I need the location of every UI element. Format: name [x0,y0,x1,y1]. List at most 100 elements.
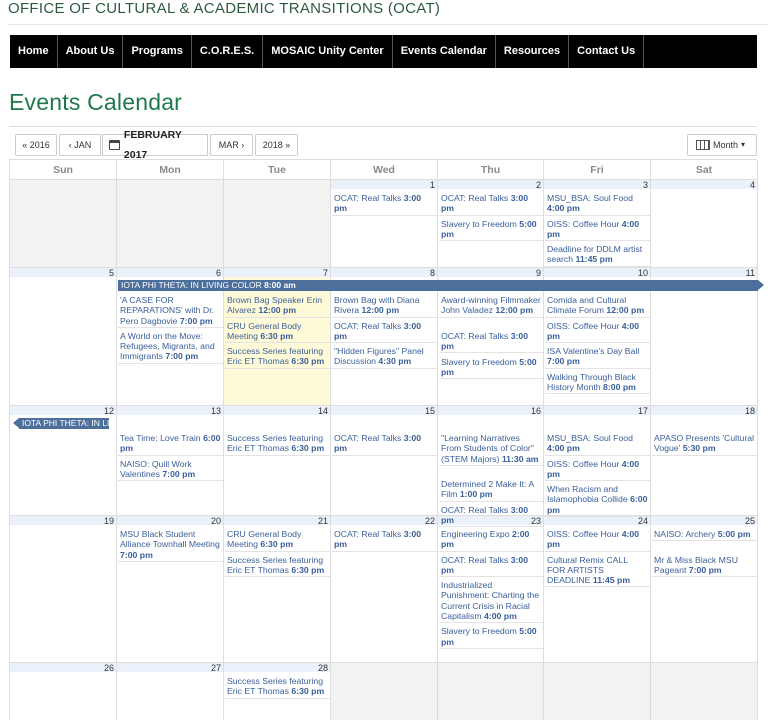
calendar-event[interactable]: OISS: Coffee Hour 4:00 pm [545,458,650,482]
calendar-event[interactable]: Deadline for DDLM artist search 11:45 pm [545,243,650,267]
calendar-day-14[interactable]: 14 [224,406,331,516]
calendar-event[interactable]: Slavery to Freedom 5:00 pm [439,218,543,242]
calendar-day-18[interactable]: 18 [651,406,758,516]
calendar-day-15[interactable]: 15 [331,406,438,516]
calendar-event[interactable]: CRU General Body Meeting 6:30 pm [225,528,330,552]
calendar-event[interactable]: Cultural Remix CALL FOR ARTISTS DEADLINE… [545,554,650,588]
calendar-event[interactable]: Tea Time: Love Train 6:00 pm [118,432,223,456]
day-number[interactable]: 21 [318,516,328,526]
day-number[interactable]: 15 [425,406,435,416]
day-number[interactable]: 28 [318,663,328,673]
calendar-event[interactable]: CRU General Body Meeting 6:30 pm [225,320,330,344]
calendar-event[interactable]: A World on the Move: Refugees, Migrants,… [118,330,223,364]
calendar-event[interactable]: NAISO: Quill Work Valentines 7:00 pm [118,458,223,482]
day-number[interactable]: 13 [211,406,221,416]
calendar-event[interactable]: OCAT: Real Talks 3:00 pm [332,320,437,344]
current-month-label[interactable]: FEBRUARY 2017 [102,129,208,161]
calendar-day-19[interactable]: 19 [10,516,117,663]
calendar-event[interactable]: Brown Bag with Diana Rivera 12:00 pm [332,294,437,318]
continues-right-arrow-icon [758,280,764,290]
calendar-event[interactable]: OCAT: Real Talks 3:00 pm [332,528,437,552]
nav-item-resources[interactable]: Resources [496,35,570,68]
day-number[interactable]: 18 [745,406,755,416]
calendar-event[interactable]: OISS: Coffee Hour 4:00 pm [545,218,650,242]
nav-item-about-us[interactable]: About Us [58,35,124,68]
next-year-button[interactable]: 2018 » [255,134,298,156]
day-number[interactable]: 11 [746,268,755,278]
calendar-event[interactable]: "Learning Narratives From Students of Co… [439,432,543,466]
multi-day-event[interactable]: IOTA PHI THETA: IN LIVING COLOR 8:00 am [118,280,758,291]
calendar-day-4[interactable]: 4 [651,180,758,268]
calendar-event[interactable]: "Hidden Figures" Panel Discussion 4:30 p… [332,345,437,369]
calendar-event[interactable]: Comida and Cultural Climate Forum 12:00 … [545,294,650,318]
calendar-event[interactable]: Slavery to Freedom 5:00 pm [439,356,543,380]
nav-item-events-calendar[interactable]: Events Calendar [393,35,496,68]
calendar-event[interactable]: Industrialized Punishment: Charting the … [439,579,543,624]
day-number[interactable]: 2 [536,180,541,190]
calendar-event[interactable]: APASO Presents 'Cultural Vogue' 5:30 pm [652,432,757,456]
day-number[interactable]: 17 [638,406,648,416]
calendar-event[interactable]: Walking Through Black History Month 8:00… [545,371,650,395]
calendar-event[interactable]: Success Series featuring Eric ET Thomas … [225,675,330,699]
calendar-event[interactable]: Success Series featuring Eric ET Thomas … [225,432,330,456]
calendar-event[interactable]: 'A CASE FOR REPARATIONS' with Dr. Pero D… [118,294,223,328]
day-number[interactable]: 7 [323,268,328,278]
calendar-event[interactable]: OCAT: Real Talks 3:00 pm [332,432,437,456]
next-month-button[interactable]: MAR › [210,134,253,156]
calendar-day-27[interactable]: 27 [117,663,224,720]
day-number[interactable]: 20 [211,516,221,526]
calendar-event[interactable]: NAISO: Archery 5:00 pm [652,528,757,542]
calendar-event[interactable]: MSU_BSA: Soul Food 4:00 pm [545,192,650,216]
calendar-event[interactable]: Award-winning Filmmaker John Valadez 12:… [439,294,543,318]
calendar-event[interactable]: Engineering Expo 2:00 pm [439,528,543,552]
multi-day-event[interactable]: IOTA PHI THETA: IN LIVING COLOR [19,418,109,429]
prev-year-button[interactable]: « 2016 [15,134,57,156]
calendar-event[interactable]: OISS: Coffee Hour 4:00 pm [545,320,650,344]
calendar-event[interactable]: Determined 2 Make It: A Film 1:00 pm [439,478,543,502]
calendar-event[interactable]: Success Series featuring Eric ET Thomas … [225,345,330,369]
day-number[interactable]: 19 [104,516,114,526]
calendar-event[interactable]: Brown Bag Speaker Erin Alvarez 12:00 pm [225,294,330,318]
calendar-event[interactable]: Success Series featuring Eric ET Thomas … [225,554,330,578]
calendar-day-26[interactable]: 26 [10,663,117,720]
calendar-event[interactable]: Slavery to Freedom 5:00 pm [439,625,543,649]
calendar-event[interactable]: OCAT: Real Talks 3:00 pm [439,504,543,528]
day-number[interactable]: 6 [216,268,221,278]
nav-item-c-o-r-e-s[interactable]: C.O.R.E.S. [192,35,264,68]
nav-item-contact-us[interactable]: Contact Us [569,35,645,68]
calendar-event[interactable]: OCAT: Real Talks 3:00 pm [439,330,543,354]
day-number[interactable]: 22 [425,516,435,526]
day-number[interactable]: 24 [638,516,648,526]
view-select-button[interactable]: Month ▾ [687,134,757,156]
day-number[interactable]: 16 [531,406,541,416]
day-number[interactable]: 5 [109,268,114,278]
day-number[interactable]: 1 [430,180,435,190]
calendar-event[interactable]: MSU Black Student Alliance Townhall Meet… [118,528,223,562]
prev-month-button[interactable]: ‹ JAN [59,134,101,156]
day-number[interactable]: 4 [750,180,755,190]
event-title: Slavery to Freedom [441,356,520,367]
nav-item-programs[interactable]: Programs [123,35,192,68]
day-number[interactable]: 3 [643,180,648,190]
calendar-day-5[interactable]: 5 [10,268,117,406]
day-number[interactable]: 10 [638,268,648,278]
day-number[interactable]: 12 [104,406,114,416]
calendar-event[interactable]: OISS: Coffee Hour 4:00 pm [545,528,650,552]
event-title: OCAT: Real Talks [334,193,404,203]
calendar-event[interactable]: OCAT: Real Talks 3:00 pm [439,554,543,578]
day-number[interactable]: 14 [318,406,328,416]
nav-item-home[interactable]: Home [10,35,58,68]
day-number[interactable]: 26 [104,663,114,673]
day-number[interactable]: 8 [430,268,435,278]
day-number[interactable]: 9 [536,268,541,278]
day-number[interactable]: 27 [211,663,221,673]
calendar-event[interactable]: MSU_BSA: Soul Food 4:00 pm [545,432,650,456]
day-number[interactable]: 25 [745,516,755,526]
nav-item-mosaic-unity-center[interactable]: MOSAIC Unity Center [263,35,393,68]
calendar-event[interactable]: OCAT: Real Talks 3:00 pm [332,192,437,216]
calendar-event[interactable]: When Racism and Islamophobia Collide 6:0… [545,483,650,518]
calendar-event[interactable]: OCAT: Real Talks 3:00 pm [439,192,543,216]
event-title: OCAT: Real Talks [441,554,511,565]
calendar-event[interactable]: Mr & Miss Black MSU Pageant 7:00 pm [652,554,757,578]
calendar-event[interactable]: ISA Valentine's Day Ball 7:00 pm [545,345,650,369]
